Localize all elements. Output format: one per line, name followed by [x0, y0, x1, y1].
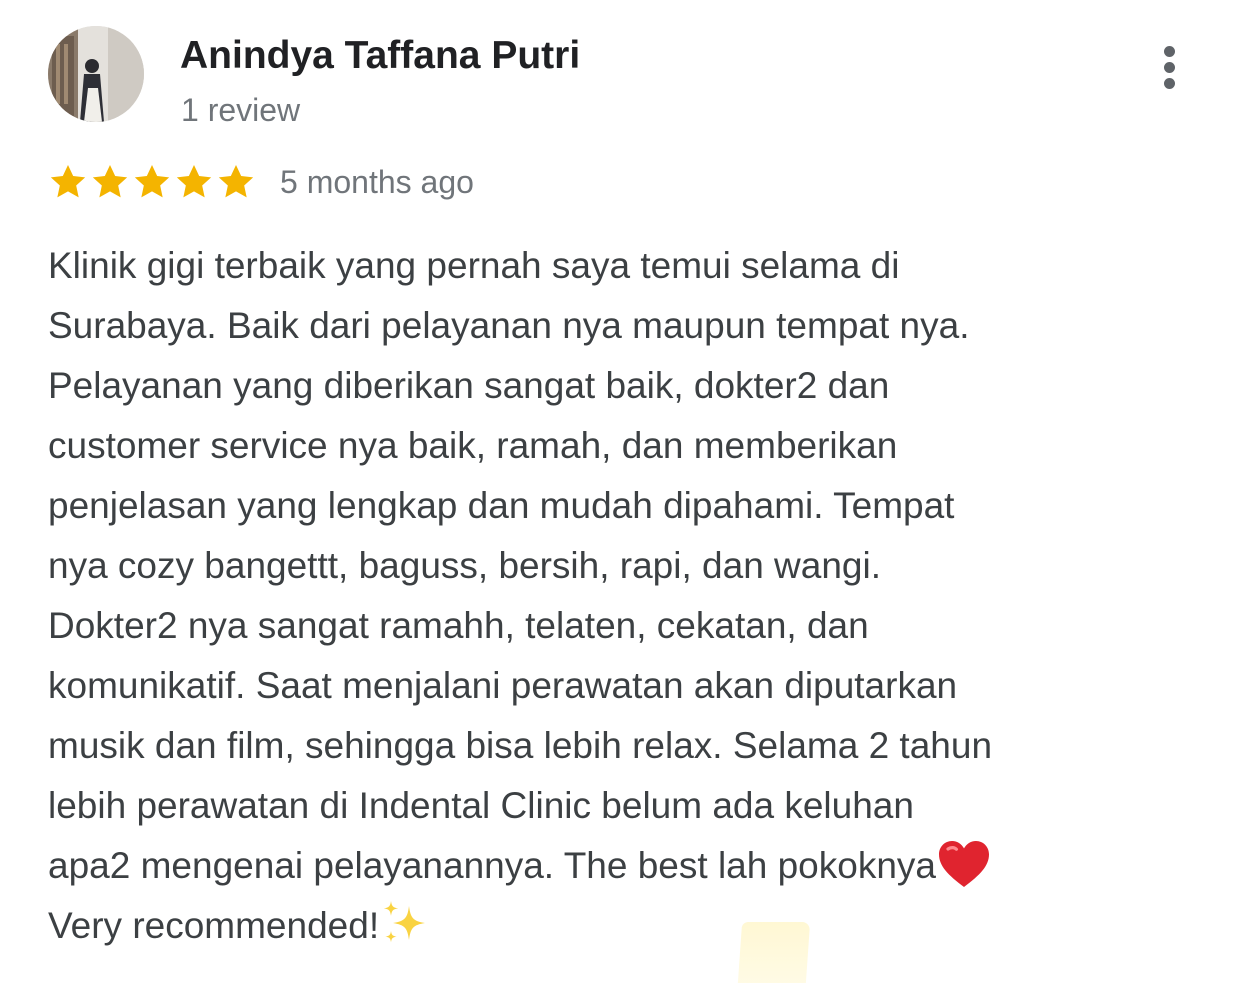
review-line: lebih perawatan di Indental Clinic belum… — [48, 785, 914, 826]
star-icon — [134, 165, 170, 198]
star-icon — [218, 165, 254, 198]
profile-photo-icon — [48, 26, 144, 122]
review-line-with-emoji: apa2 mengenai pelayanannya. The best lah… — [48, 836, 1168, 896]
review-line: musik dan film, sehingga bisa lebih rela… — [48, 725, 993, 766]
sparkles-emoji-icon — [383, 901, 426, 943]
more-vert-icon-dot — [1164, 78, 1175, 89]
reviewer-name[interactable]: Anindya Taffana Putri — [180, 34, 580, 78]
review-line: Dokter2 nya sangat ramahh, telaten, ceka… — [48, 605, 869, 646]
review-line: Klinik gigi terbaik yang pernah saya tem… — [48, 245, 900, 286]
star-icon — [176, 165, 212, 198]
review-card: Anindya Taffana Putri 1 review 5 months … — [0, 0, 1242, 983]
more-options-button[interactable] — [1150, 40, 1190, 96]
review-line: apa2 mengenai pelayanannya. The best lah… — [48, 845, 936, 886]
star-icon — [92, 165, 128, 198]
more-vert-icon — [1164, 46, 1175, 57]
review-line: Very recommended! — [48, 905, 380, 946]
review-text: Klinik gigi terbaik yang pernah saya tem… — [48, 236, 1168, 956]
partial-decoration — [737, 922, 811, 983]
review-line: komunikatif. Saat menjalani perawatan ak… — [48, 665, 958, 706]
avatar[interactable] — [48, 26, 144, 122]
review-line-with-emoji: Very recommended! — [48, 896, 1168, 956]
review-count[interactable]: 1 review — [181, 92, 300, 129]
review-line: Surabaya. Baik dari pelayanan nya maupun… — [48, 305, 970, 346]
review-line: Pelayanan yang diberikan sangat baik, do… — [48, 365, 890, 406]
review-date: 5 months ago — [280, 163, 474, 200]
star-rating — [48, 162, 256, 202]
review-line: customer service nya baik, ramah, dan me… — [48, 425, 898, 466]
review-line: penjelasan yang lengkap dan mudah dipaha… — [48, 485, 955, 526]
rating-row: 5 months ago — [48, 157, 474, 207]
review-line: nya cozy bangettt, baguss, bersih, rapi,… — [48, 545, 882, 586]
star-icon — [50, 165, 86, 198]
more-vert-icon-dot — [1164, 62, 1175, 73]
heart-emoji-icon — [938, 841, 989, 888]
